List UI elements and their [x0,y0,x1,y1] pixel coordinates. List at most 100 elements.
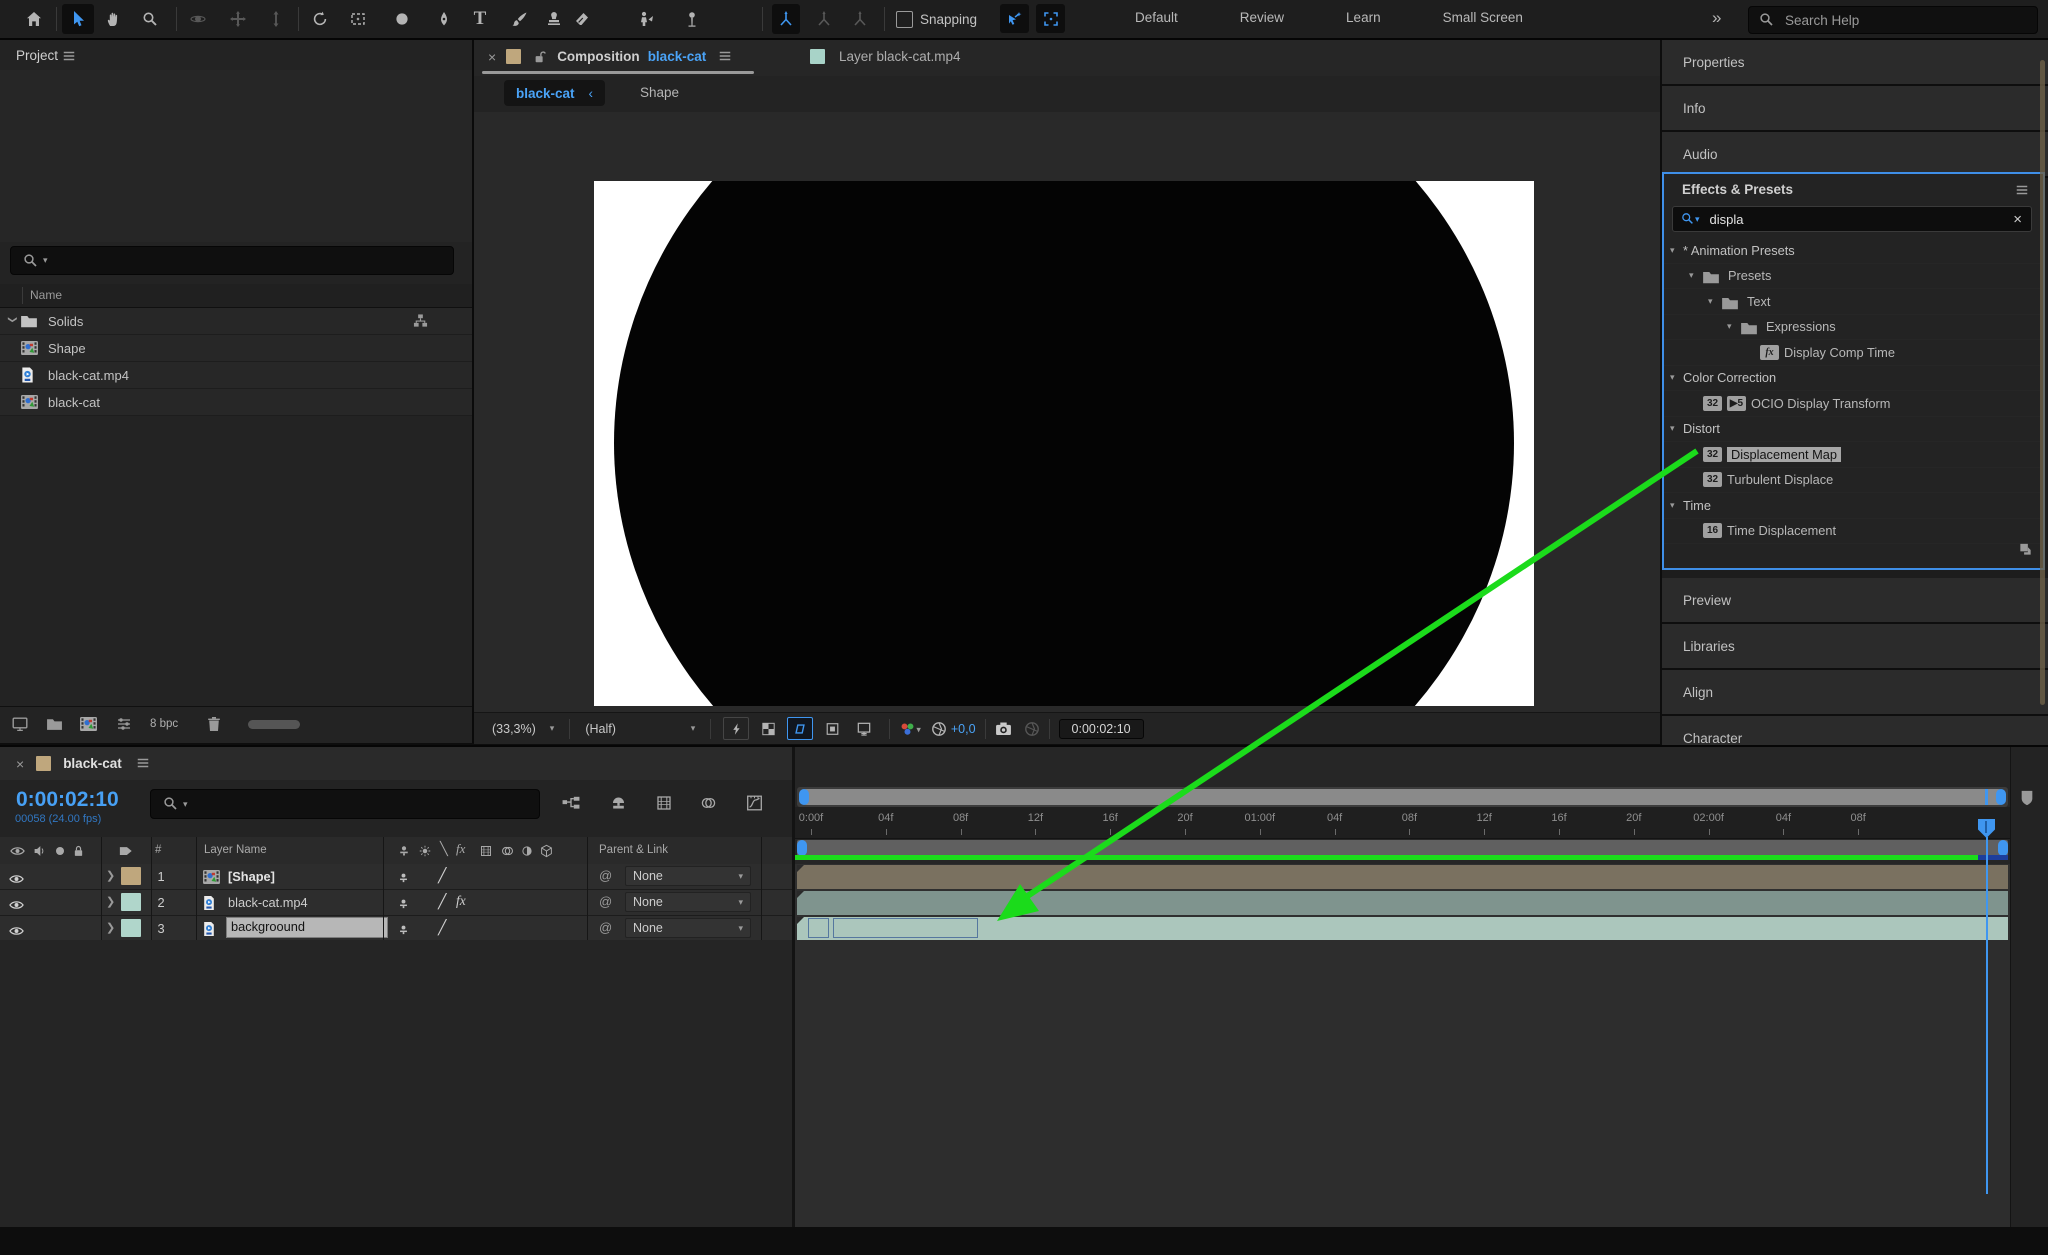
pickwhip-icon[interactable]: @ [599,894,612,909]
collapse-caret-icon[interactable]: ▾ [1670,372,1683,383]
effect-item-label[interactable]: OCIO Display Transform [1751,396,1890,411]
pickwhip-icon[interactable]: @ [599,920,612,935]
cube-3d-column-icon[interactable] [540,843,553,859]
project-item-solids[interactable]: ❯ Solids [0,308,472,335]
fx-switch-icon[interactable]: fx [456,893,466,909]
effect-item-label[interactable]: Display Comp Time [1784,345,1895,360]
snap-bounds-icon[interactable] [1036,4,1065,33]
snapping-toggle[interactable]: Snapping [896,11,977,28]
composition-flowchart-icon[interactable] [562,794,580,812]
exposure-value[interactable]: +0,0 [951,722,976,736]
motion-blur-column-icon[interactable] [501,843,514,859]
dolly-camera-tool-icon[interactable] [260,4,292,34]
project-flowchart-icon[interactable] [12,716,28,732]
new-preset-icon[interactable] [2018,540,2033,558]
project-panel-menu-icon[interactable] [62,47,76,65]
project-item-black-cat-mp4[interactable]: black-cat.mp4 [0,362,472,389]
effects-tree-item-display-comp-time[interactable]: fxDisplay Comp Time [1664,340,2043,366]
camera-marquee-tool-icon[interactable] [342,4,374,34]
magnification-dropdown[interactable]: (33,3%)▾ [486,722,560,736]
viewer-timecode[interactable]: 0:00:02:10 [1059,719,1144,739]
eye-icon[interactable] [9,896,24,913]
breadcrumb-comp-chip[interactable]: black-cat ‹ [504,80,605,106]
scrollbar-left-cap[interactable] [799,789,809,805]
preset-folder-label[interactable]: Presets [1728,268,1771,283]
work-area-bar[interactable] [797,840,2008,856]
collapse-caret-icon[interactable]: ▾ [1670,423,1683,434]
timeline-search-box[interactable]: ▾ [150,789,540,819]
current-time-display[interactable]: 0:00:02:10 [16,788,119,812]
work-area-start-handle[interactable] [797,840,807,856]
shy-column-icon[interactable] [398,843,410,859]
type-tool-icon[interactable]: T [464,4,496,34]
effects-tree-item-expressions[interactable]: ▾Expressions [1664,315,2043,341]
tab-layer-black-cat-mp4[interactable]: Layer black-cat.mp4 [810,40,961,73]
workspace-tab-review[interactable]: Review [1240,10,1284,25]
brush-tool-icon[interactable] [504,4,536,34]
parent-link-dropdown[interactable]: None▾ [625,892,751,912]
layer-label-swatch[interactable] [121,867,141,885]
effects-column-icon[interactable]: fx [456,841,465,857]
effect-item-label[interactable]: Turbulent Displace [1727,472,1833,487]
flowchart-icon[interactable] [413,313,428,330]
expand-chevron-icon[interactable]: ❯ [8,315,18,326]
layer-duration-bar-3[interactable] [797,917,2008,941]
timeline-horizontal-scrollbar[interactable] [797,787,2008,807]
effects-tree-item-text[interactable]: ▾Text [1664,289,2043,315]
new-folder-icon[interactable] [46,716,63,732]
collapse-column-icon[interactable] [419,843,431,859]
workspace-tab-learn[interactable]: Learn [1346,10,1381,25]
world-axis-mode-icon[interactable] [808,4,840,34]
layer-name[interactable]: black-cat.mp4 [228,895,308,910]
layer-name-column-header[interactable]: Layer Name [204,844,267,856]
view-layout-icon[interactable] [851,717,877,740]
zoom-tool-icon[interactable] [134,4,166,34]
effects-category-label[interactable]: Distort [1683,421,1720,436]
view-axis-mode-icon[interactable] [844,4,876,34]
parent-link-dropdown[interactable]: None▾ [625,866,751,886]
quality-switch-icon[interactable]: ╱ [438,919,446,936]
layer-label-swatch[interactable] [121,919,141,937]
close-icon[interactable]: × [16,756,24,772]
effects-category-label[interactable]: * Animation Presets [1683,243,1795,258]
layer-label-swatch[interactable] [121,893,141,911]
shy-switch-icon[interactable] [398,869,409,886]
shape-tool-icon[interactable] [386,4,418,34]
effects-tree-item-presets[interactable]: ▾ Presets [1664,264,2043,290]
sidebar-panel-libraries[interactable]: Libraries [1662,624,2048,670]
exposure-reset-icon[interactable] [931,721,947,737]
effect-item-label[interactable]: Time Displacement [1727,523,1836,538]
new-composition-icon[interactable] [79,716,98,732]
layer-row-1[interactable]: ❯ 1 [Shape] ╱ @ None▾ [0,864,792,890]
collapse-caret-icon[interactable]: ▾ [1689,270,1702,281]
tab-composition-black-cat[interactable]: × Composition black-cat [474,40,746,73]
motion-blur-icon[interactable] [700,794,717,812]
project-item-black-cat[interactable]: black-cat [0,389,472,416]
adjustment-column-icon[interactable] [521,843,533,859]
preset-folder-label[interactable]: Expressions [1766,319,1836,334]
layer-name[interactable]: [Shape] [228,869,275,884]
sidebar-panel-align[interactable]: Align [1662,670,2048,716]
pen-tool-icon[interactable] [428,4,460,34]
preset-folder-label[interactable]: Text [1747,294,1770,309]
unlock-icon[interactable] [533,49,547,65]
effects-search-input[interactable] [1708,211,1992,228]
project-item-shape[interactable]: Shape [0,335,472,362]
breadcrumb-current[interactable]: Shape [640,85,679,100]
workspace-tab-default[interactable]: Default [1135,10,1178,25]
timeline-menu-icon[interactable] [136,755,150,773]
effects-tree-item-distort[interactable]: ▾Distort [1664,417,2043,443]
effects-tree-item-time-displacement[interactable]: 16Time Displacement [1664,519,2043,545]
sidebar-panel-properties[interactable]: Properties [1662,40,2048,86]
layer-duration-bar-1[interactable] [797,865,2008,889]
resolution-dropdown[interactable]: (Half)▾ [579,722,701,736]
clear-search-icon[interactable]: × [2013,211,2022,228]
sidebar-scrollbar[interactable] [2040,60,2045,705]
sidebar-panel-info[interactable]: Info [1662,86,2048,132]
eye-icon[interactable] [9,870,24,887]
roto-brush-tool-icon[interactable] [630,4,662,34]
quality-column-icon[interactable]: ╲ [440,841,448,857]
effects-search-box[interactable]: ▾ × [1672,206,2032,232]
eraser-tool-icon[interactable] [566,4,598,34]
effect-item-label[interactable]: Displacement Map [1727,447,1841,462]
